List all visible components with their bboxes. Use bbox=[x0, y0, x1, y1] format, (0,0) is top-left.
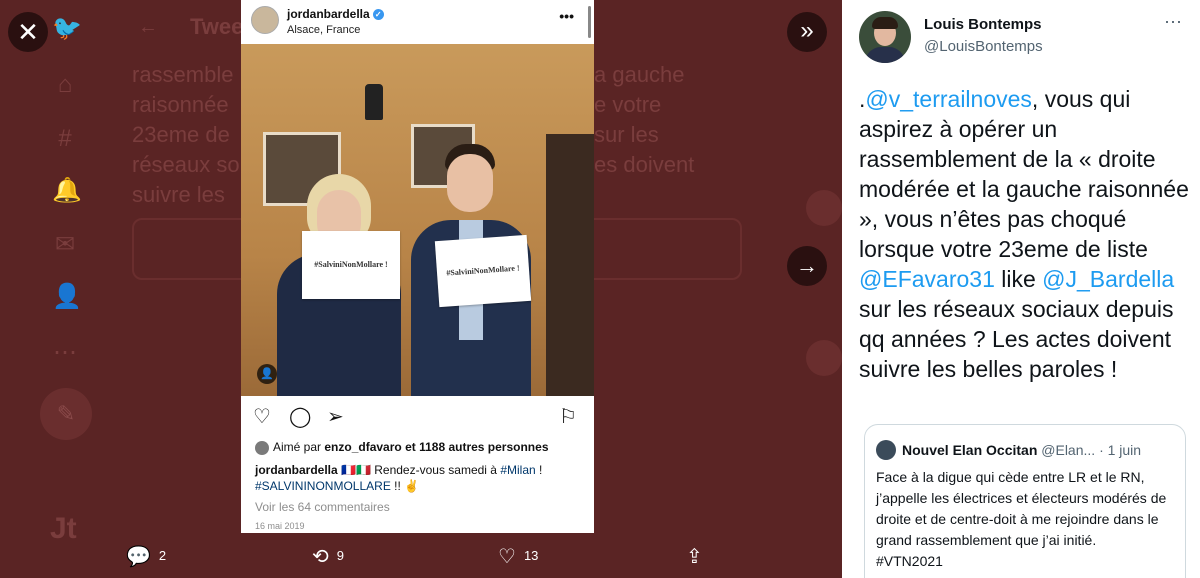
instagram-comments-link: Voir les 64 commentaires bbox=[255, 500, 390, 514]
profile-icon: 👤 bbox=[52, 283, 82, 310]
tweet-text-part: sur les réseaux sociaux depuis qq années… bbox=[859, 296, 1174, 382]
quoted-text-tail: #VTN2021 bbox=[876, 553, 943, 569]
reply-icon: 💬 bbox=[126, 546, 151, 568]
quoted-tweet[interactable]: Nouvel Elan Occitan @Elan... · 1 juin Fa… bbox=[864, 424, 1186, 578]
reply-count: 2 bbox=[158, 547, 167, 563]
tweet-text-part: , vous qui aspirez à opérer un rassemble… bbox=[859, 86, 1189, 262]
bookmark-icon: ⚐ bbox=[559, 406, 577, 428]
sign-right: #SalviniNonMollare ! bbox=[434, 234, 532, 308]
instagram-post-image: jordanbardella ✓ Alsace, France ••• #Salv… bbox=[241, 0, 594, 533]
likes-prefix: Aimé par bbox=[273, 440, 322, 454]
close-button[interactable]: ✕ bbox=[8, 12, 48, 52]
tweet-text-part: like bbox=[1001, 266, 1036, 292]
likes-suffix: et 1188 autres personnes bbox=[405, 440, 549, 454]
retweet-icon: ⟲ bbox=[312, 546, 329, 568]
back-arrow-icon: ← bbox=[138, 16, 158, 38]
caption-hashtag: #SALVININONMOLLARE bbox=[255, 479, 391, 493]
author-name[interactable]: Louis Bontemps bbox=[924, 16, 1042, 33]
quoted-date: · 1 juin bbox=[1099, 442, 1142, 458]
bg-line: es doivent bbox=[594, 152, 695, 177]
more-icon: ⋯ bbox=[53, 339, 77, 366]
mention-link[interactable]: @v_terrailnoves bbox=[865, 86, 1032, 112]
twitter-logo-icon: 🐦 bbox=[52, 15, 82, 42]
tweet-text: .@v_terrailnoves, vous qui aspirez à opé… bbox=[859, 84, 1194, 384]
heart-icon: ♡ bbox=[253, 406, 271, 428]
next-image-button[interactable]: → bbox=[787, 246, 827, 286]
more-options-icon[interactable]: ⋯ bbox=[1164, 12, 1182, 33]
instagram-photo: #SalviniNonMollare ! #SalviniNonMollare … bbox=[241, 44, 594, 396]
share-icon: ⇪ bbox=[686, 546, 703, 568]
likes-user: enzo_dfavaro bbox=[324, 440, 402, 454]
instagram-date: 16 mai 2019 bbox=[255, 521, 305, 531]
instagram-scrollbar bbox=[588, 6, 591, 38]
share-button[interactable]: ⇪ bbox=[686, 544, 711, 569]
tweet-detail-panel: Louis Bontemps @LouisBontemps ⋯ .@v_terr… bbox=[842, 0, 1200, 578]
expand-panel-button[interactable]: » bbox=[787, 12, 827, 52]
retweet-count: 9 bbox=[336, 547, 344, 563]
instagram-location: Alsace, France bbox=[287, 24, 361, 36]
instagram-header: jordanbardella ✓ Alsace, France ••• bbox=[241, 0, 594, 44]
share-icon: ➢ bbox=[327, 406, 344, 428]
explore-icon: # bbox=[58, 125, 72, 152]
retweet-button[interactable]: ⟲ 9 bbox=[312, 544, 344, 569]
quoted-text-body: Face à la digue qui cède entre LR et le … bbox=[876, 469, 1167, 548]
comment-icon: ◯ bbox=[289, 406, 312, 428]
instagram-actions: ♡ ◯ ➢ ⚐ bbox=[241, 404, 594, 432]
background-header-title: Twee bbox=[190, 14, 244, 39]
notifications-icon: 🔔 bbox=[52, 177, 82, 204]
like-icon: ♡ bbox=[498, 546, 516, 568]
liker-avatar bbox=[255, 440, 269, 455]
background-tweet-text-right: a gauche e votre sur les es doivent bbox=[594, 60, 694, 180]
instagram-avatar bbox=[251, 6, 279, 34]
caption-text: !! ✌️ bbox=[394, 479, 420, 493]
quoted-text: Face à la digue qui cède entre LR et le … bbox=[876, 467, 1176, 572]
mention-link[interactable]: @J_Bardella bbox=[1042, 266, 1174, 292]
verified-badge-icon: ✓ bbox=[372, 9, 384, 21]
mention-link[interactable]: @EFavaro31 bbox=[859, 266, 995, 292]
instagram-username-text: jordanbardella bbox=[287, 7, 370, 21]
background-avatar bbox=[806, 190, 842, 226]
quoted-handle: @Elan... bbox=[1041, 442, 1096, 458]
instagram-more-icon: ••• bbox=[559, 8, 574, 24]
instagram-username: jordanbardella ✓ bbox=[287, 7, 384, 21]
avatar-hair bbox=[872, 17, 898, 29]
photo-lamp bbox=[365, 84, 383, 120]
instagram-likes: Aimé par enzo_dfavaro et 1188 autres per… bbox=[255, 440, 549, 455]
caption-user: jordanbardella bbox=[255, 463, 338, 477]
caption-text: 🇫🇷🇮🇹 Rendez-vous samedi à bbox=[341, 463, 497, 477]
avatar-suit bbox=[865, 47, 905, 63]
caption-text: ! bbox=[539, 463, 543, 477]
reply-button[interactable]: 💬 2 bbox=[126, 544, 166, 569]
tweet-actions-bar: 💬 2 ⟲ 9 ♡ 13 ⇪ bbox=[100, 544, 740, 574]
author-handle[interactable]: @LouisBontemps bbox=[924, 38, 1043, 55]
sign-left: #SalviniNonMollare ! bbox=[302, 231, 400, 299]
like-count: 13 bbox=[523, 547, 539, 563]
bg-line: e votre bbox=[594, 92, 662, 117]
account-avatar-icon: Jt bbox=[50, 512, 77, 545]
home-icon: ⌂ bbox=[57, 71, 73, 98]
user-tag-icon: 👤 bbox=[257, 364, 277, 384]
author-avatar[interactable] bbox=[859, 11, 911, 63]
bg-line: a gauche bbox=[594, 62, 685, 87]
background-nav: 🐦 ⌂ # 🔔 ✉ 👤 ⋯ bbox=[30, 0, 100, 578]
compose-icon: ✎ bbox=[40, 388, 92, 440]
background-avatar bbox=[806, 340, 842, 376]
bg-line: sur les bbox=[594, 122, 659, 147]
caption-hashtag: #Milan bbox=[500, 463, 536, 477]
quoted-author-name: Nouvel Elan Occitan @Elan... · 1 juin bbox=[902, 442, 1141, 458]
like-button[interactable]: ♡ 13 bbox=[498, 544, 538, 569]
messages-icon: ✉ bbox=[54, 231, 76, 258]
photo-door bbox=[546, 134, 594, 396]
quoted-name-text: Nouvel Elan Occitan bbox=[902, 442, 1038, 458]
face-shape bbox=[447, 154, 493, 212]
quoted-author-avatar bbox=[876, 440, 896, 460]
instagram-caption: jordanbardella 🇫🇷🇮🇹 Rendez-vous samedi à… bbox=[255, 462, 585, 494]
